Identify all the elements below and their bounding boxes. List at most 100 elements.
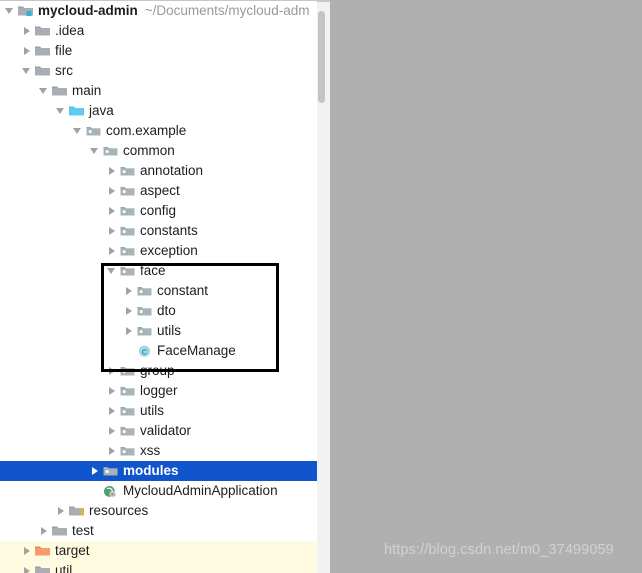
package-icon [119,201,136,221]
resource-root-icon [68,501,85,521]
chevron-right-icon[interactable] [106,221,119,241]
watermark-text: https://blog.csdn.net/m0_37499059 [384,542,614,558]
package-icon [119,261,136,281]
chevron-right-icon[interactable] [106,381,119,401]
chevron-right-icon[interactable] [106,201,119,221]
tree-row-common[interactable]: common [0,141,317,161]
tree-row-label: file [55,43,73,58]
tree-row-label: constant [157,283,209,298]
screenshot-root: mycloud-admin ~/Documents/mycloud-adm .ide… [0,0,642,573]
chevron-right-icon[interactable] [106,421,119,441]
tree-row-test[interactable]: test [0,521,317,541]
tree-row-label: target [55,543,90,558]
folder-icon [34,61,51,81]
chevron-right-icon[interactable] [38,521,51,541]
chevron-down-icon[interactable] [4,1,17,21]
chevron-right-icon[interactable] [106,161,119,181]
tree-row-utils[interactable]: utils [0,321,317,341]
tree-row-aspect[interactable]: aspect [0,181,317,201]
package-icon [119,421,136,441]
tree-row-face[interactable]: face [0,261,317,281]
chevron-right-icon[interactable] [106,401,119,421]
tree-row-label: src [55,63,73,78]
chevron-right-icon[interactable] [106,181,119,201]
tree-row-label: annotation [140,163,204,178]
folder-icon [51,81,68,101]
tree-row-facemanage[interactable]: C FaceManage [0,341,317,361]
tree-row-logger[interactable]: logger [0,381,317,401]
svg-text:C: C [142,347,148,356]
vertical-scrollbar-thumb[interactable] [318,11,325,103]
tree-row-label: group [140,363,175,378]
chevron-right-icon[interactable] [21,561,34,573]
chevron-right-icon[interactable] [106,241,119,261]
tree-row-group[interactable]: group [0,361,317,381]
chevron-right-icon[interactable] [89,461,102,481]
chevron-right-icon[interactable] [123,281,136,301]
tree-row-main[interactable]: main [0,81,317,101]
tree-row-mycloud-admin[interactable]: mycloud-admin ~/Documents/mycloud-adm [0,1,317,21]
project-tree[interactable]: mycloud-admin ~/Documents/mycloud-adm .ide… [0,1,317,573]
package-icon [119,161,136,181]
tree-row-annotation[interactable]: annotation [0,161,317,181]
tree-row--idea[interactable]: .idea [0,21,317,41]
tree-row-com-example[interactable]: com.example [0,121,317,141]
chevron-right-icon[interactable] [55,501,68,521]
excluded-folder-icon [34,541,51,561]
chevron-right-icon[interactable] [21,541,34,561]
chevron-right-icon[interactable] [123,321,136,341]
chevron-down-icon[interactable] [21,61,34,81]
tree-row-label: mycloud-admin [38,3,138,18]
tree-row-utils[interactable]: utils [0,401,317,421]
tree-row-exception[interactable]: exception [0,241,317,261]
folder-icon [34,561,51,573]
tree-row-label: aspect [140,183,180,198]
tree-row-java[interactable]: java [0,101,317,121]
chevron-right-icon[interactable] [21,41,34,61]
chevron-down-icon[interactable] [106,261,119,281]
package-icon [119,181,136,201]
tree-row-xss[interactable]: xss [0,441,317,461]
tree-row-label: test [72,523,94,538]
tree-row-label: xss [140,443,161,458]
folder-icon [34,41,51,61]
package-icon [85,121,102,141]
tree-row-target[interactable]: target [0,541,317,561]
tree-row-src[interactable]: src [0,61,317,81]
tree-row-label: FaceManage [157,343,236,358]
folder-icon [34,21,51,41]
chevron-right-icon[interactable] [123,301,136,321]
project-tool-window: mycloud-admin ~/Documents/mycloud-adm .ide… [0,0,330,573]
chevron-down-icon[interactable] [72,121,85,141]
chevron-right-icon[interactable] [106,441,119,461]
package-icon [136,281,153,301]
tree-row-file[interactable]: file [0,41,317,61]
chevron-down-icon[interactable] [89,141,102,161]
chevron-down-icon[interactable] [55,101,68,121]
tree-row-constant[interactable]: constant [0,281,317,301]
tree-row-label: dto [157,303,176,318]
java-class-icon: C [136,341,153,361]
tree-row-label: constants [140,223,198,238]
tree-row-constants[interactable]: constants [0,221,317,241]
package-icon [102,141,119,161]
tree-row-mycloudadminapplication[interactable]: m MycloudAdminApplication [0,481,317,501]
spring-boot-class-icon: m [102,481,119,501]
chevron-right-icon[interactable] [106,361,119,381]
chevron-down-icon[interactable] [38,81,51,101]
svg-text:m: m [111,492,115,498]
package-icon [119,221,136,241]
tree-row-dto[interactable]: dto [0,301,317,321]
tree-row-validator[interactable]: validator [0,421,317,441]
folder-icon [51,521,68,541]
tree-row-modules[interactable]: modules [0,461,317,481]
tree-row-label: java [89,103,114,118]
source-root-icon [68,101,85,121]
tree-row-config[interactable]: config [0,201,317,221]
package-icon [102,461,119,481]
chevron-right-icon[interactable] [21,21,34,41]
tree-row-resources[interactable]: resources [0,501,317,521]
package-icon [119,441,136,461]
tree-row-util[interactable]: util [0,561,317,573]
